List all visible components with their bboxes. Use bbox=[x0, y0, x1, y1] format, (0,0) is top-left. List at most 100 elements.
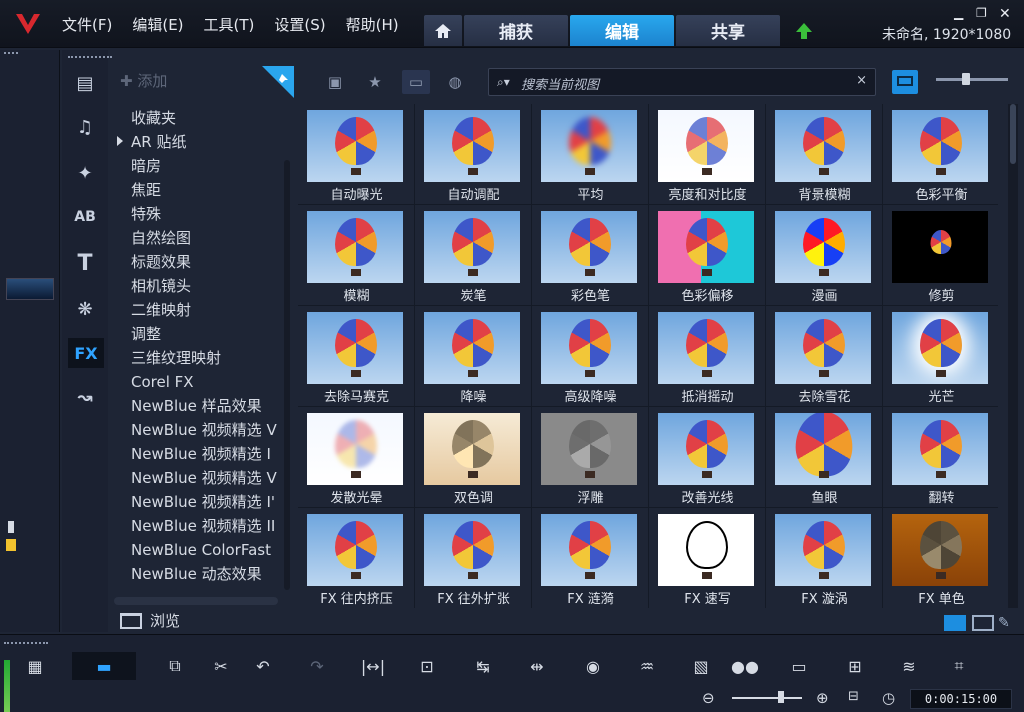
grid-scrollbar-track[interactable] bbox=[1008, 104, 1018, 608]
sound-mixer-icon[interactable]: ♒ bbox=[632, 652, 662, 680]
menu-settings[interactable]: 设置(S) bbox=[274, 14, 325, 35]
category-item[interactable]: 二维映射 bbox=[131, 298, 283, 322]
filter-thumbnail[interactable]: 修剪 bbox=[883, 205, 998, 306]
marker-icon[interactable] bbox=[5, 521, 17, 551]
filter-thumbnail[interactable]: 改善光线 bbox=[649, 407, 766, 508]
filter-thumbnail[interactable]: 高级降噪 bbox=[532, 306, 649, 407]
split-screen-icon[interactable]: ⊞ bbox=[840, 652, 870, 680]
tools-icon[interactable]: ✂ bbox=[206, 652, 236, 680]
undo-icon[interactable]: ↶ bbox=[248, 652, 278, 680]
show-library-icon[interactable] bbox=[944, 615, 966, 631]
filter-thumbnail[interactable]: 自动调配 bbox=[415, 104, 532, 205]
filter-thumbnail[interactable]: 双色调 bbox=[415, 407, 532, 508]
trim-icon[interactable]: ⇹ bbox=[522, 652, 552, 680]
filter-thumbnail[interactable]: 彩色笔 bbox=[532, 205, 649, 306]
filter-thumbnail[interactable]: 背景模糊 bbox=[766, 104, 883, 205]
filter-thumbnail[interactable]: 翻转 bbox=[883, 407, 998, 508]
menu-edit[interactable]: 编辑(E) bbox=[132, 14, 183, 35]
import-folder-icon[interactable]: ▣ bbox=[322, 70, 348, 94]
favorite-add-icon[interactable]: ★ bbox=[362, 70, 388, 94]
track-manager-icon[interactable]: ⧉ bbox=[160, 652, 190, 680]
category-item[interactable]: NewBlue ColorFast bbox=[131, 538, 283, 562]
fit-timeline-icon[interactable]: ⊟ bbox=[848, 689, 859, 704]
show-options-icon[interactable] bbox=[972, 615, 994, 631]
grid-scrollbar-thumb[interactable] bbox=[1010, 104, 1016, 164]
filter-thumbnail[interactable]: 色彩偏移 bbox=[649, 205, 766, 306]
menu-file[interactable]: 文件(F) bbox=[62, 14, 112, 35]
view-mode-button[interactable] bbox=[892, 70, 918, 94]
speed-icon[interactable]: ≋ bbox=[894, 652, 924, 680]
pan-zoom-icon[interactable]: ⌗ bbox=[944, 652, 974, 680]
filter-thumbnail[interactable]: 平均 bbox=[532, 104, 649, 205]
split-clip-icon[interactable]: ↹ bbox=[468, 652, 498, 680]
storyboard-view-icon[interactable]: ▦ bbox=[20, 652, 50, 680]
tree-scrollbar[interactable] bbox=[284, 160, 290, 590]
timecode-display[interactable]: 0:00:15:00 bbox=[910, 689, 1012, 709]
category-item[interactable]: 调整 bbox=[131, 322, 283, 346]
zoom-in-icon[interactable]: ⊕ bbox=[816, 689, 829, 707]
redo-icon[interactable]: ↷ bbox=[302, 652, 332, 680]
filter-thumbnail[interactable]: 自动曝光 bbox=[298, 104, 415, 205]
home-tab[interactable] bbox=[424, 15, 462, 46]
audio-icon[interactable]: ♫ bbox=[70, 112, 100, 142]
pin-icon[interactable] bbox=[262, 66, 294, 98]
title-icon[interactable]: T bbox=[70, 248, 100, 278]
record-capture-icon[interactable]: ◉ bbox=[578, 652, 608, 680]
category-item[interactable]: AR 贴纸 bbox=[131, 130, 283, 154]
category-item[interactable]: NewBlue 视频精选 V bbox=[131, 466, 283, 490]
filter-thumbnail[interactable]: 去除雪花 bbox=[766, 306, 883, 407]
instant-project-icon[interactable]: ✦ bbox=[70, 158, 100, 188]
video-filter-icon[interactable]: ▭ bbox=[402, 70, 430, 94]
category-item[interactable]: NewBlue 视频精选 V bbox=[131, 418, 283, 442]
add-button[interactable]: ✚ 添加 bbox=[120, 70, 167, 91]
motion-tracking-icon[interactable]: ●● bbox=[730, 652, 760, 680]
filter-thumbnail[interactable]: 漫画 bbox=[766, 205, 883, 306]
filter-thumbnail[interactable]: 发散光晕 bbox=[298, 407, 415, 508]
category-item[interactable]: NewBlue 视频精选 I' bbox=[131, 490, 283, 514]
filter-thumbnail[interactable]: 亮度和对比度 bbox=[649, 104, 766, 205]
thumbnail-size-slider[interactable] bbox=[936, 73, 1008, 85]
filter-thumbnail[interactable]: 炭笔 bbox=[415, 205, 532, 306]
category-item[interactable]: 相机镜头 bbox=[131, 274, 283, 298]
tab-capture[interactable]: 捕获 bbox=[464, 15, 568, 46]
media-icon[interactable]: ▤ bbox=[70, 68, 100, 98]
category-item[interactable]: 焦距 bbox=[131, 178, 283, 202]
filter-thumbnail[interactable]: 鱼眼 bbox=[766, 407, 883, 508]
category-item[interactable]: 收藏夹 bbox=[131, 106, 283, 130]
filter-thumbnail[interactable]: FX 往外扩张 bbox=[415, 508, 532, 608]
clear-search-icon[interactable]: × bbox=[856, 73, 867, 88]
search-input[interactable]: 搜索当前视图 bbox=[521, 74, 599, 93]
category-item[interactable]: Corel FX bbox=[131, 370, 283, 394]
library-drag-handle[interactable] bbox=[68, 56, 112, 58]
category-item[interactable]: NewBlue 样品效果 bbox=[131, 394, 283, 418]
search-box[interactable]: ⌕▾ 搜索当前视图 × bbox=[488, 68, 876, 96]
filter-thumbnail[interactable]: 浮雕 bbox=[532, 407, 649, 508]
filter-thumbnail[interactable]: FX 涟漪 bbox=[532, 508, 649, 608]
subtitle-editor-icon[interactable]: ⊡ bbox=[412, 652, 442, 680]
category-item[interactable]: 标题效果 bbox=[131, 250, 283, 274]
timeline-view-icon[interactable]: ▬ bbox=[72, 652, 136, 680]
graphic-icon[interactable]: ❋ bbox=[70, 294, 100, 324]
menu-tools[interactable]: 工具(T) bbox=[204, 14, 255, 35]
filter-thumbnail[interactable]: FX 往内挤压 bbox=[298, 508, 415, 608]
filter-thumbnail[interactable]: FX 单色 bbox=[883, 508, 998, 608]
slider-handle[interactable] bbox=[962, 73, 970, 85]
category-item[interactable]: 暗房 bbox=[131, 154, 283, 178]
category-item[interactable]: 特殊 bbox=[131, 202, 283, 226]
auto-music-icon[interactable]: ▧ bbox=[686, 652, 716, 680]
category-item[interactable]: 三维纹理映射 bbox=[131, 346, 283, 370]
filter-thumbnail[interactable]: FX 漩涡 bbox=[766, 508, 883, 608]
browse-button[interactable]: 浏览 bbox=[120, 610, 180, 631]
zoom-out-icon[interactable]: ⊖ bbox=[702, 689, 715, 707]
category-item[interactable]: NewBlue 视频精选 II bbox=[131, 514, 283, 538]
restore-icon[interactable]: ❐ bbox=[976, 6, 987, 20]
preview-thumbnail[interactable] bbox=[6, 278, 54, 300]
close-icon[interactable]: ✕ bbox=[999, 6, 1011, 22]
tab-share[interactable]: 共享 bbox=[676, 15, 780, 46]
filter-thumbnail[interactable]: 光芒 bbox=[883, 306, 998, 407]
tree-horizontal-scrollbar[interactable] bbox=[114, 597, 278, 605]
filter-thumbnail[interactable]: FX 速写 bbox=[649, 508, 766, 608]
tab-edit[interactable]: 编辑 bbox=[570, 15, 674, 46]
edit-pencil-icon[interactable]: ✎ bbox=[998, 615, 1020, 631]
path-icon[interactable]: ↝ bbox=[70, 382, 100, 412]
